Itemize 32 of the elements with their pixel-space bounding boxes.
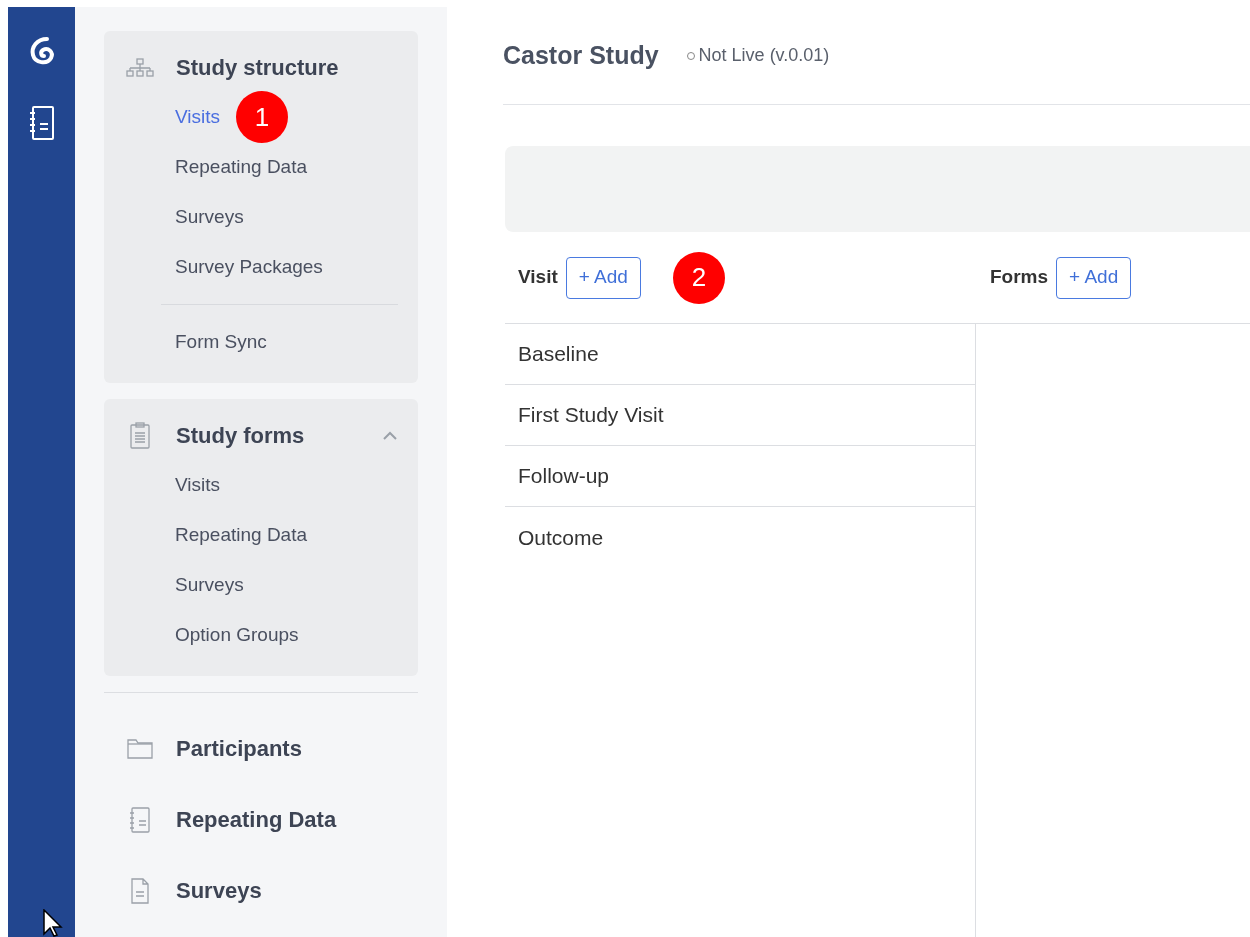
column-label: Forms: [990, 265, 1049, 290]
nav-link[interactable]: Participants: [176, 732, 302, 765]
add-button[interactable]: + Add: [1056, 256, 1132, 299]
add-button[interactable]: + Add: [565, 256, 641, 299]
study-title: Castor Study: [503, 39, 659, 71]
nav-link[interactable]: Visits: [175, 102, 221, 132]
column-label: Visit: [518, 265, 558, 290]
nav-link[interactable]: Surveys: [175, 202, 244, 232]
visit-row[interactable]: First Study Visit: [505, 385, 975, 446]
nav-link[interactable]: Repeating Data: [175, 520, 308, 550]
nav-link[interactable]: Option Groups: [175, 620, 299, 650]
section-title: Study forms: [176, 422, 305, 450]
notebook-icon: [128, 805, 152, 834]
document-icon: [129, 877, 151, 904]
clipboard-icon: [129, 421, 151, 450]
nav-link[interactable]: Survey Packages: [175, 252, 323, 282]
step-marker: 1: [236, 91, 289, 143]
nav-link[interactable]: Surveys: [176, 874, 262, 907]
section-title: Study structure: [176, 54, 339, 82]
mouse-cursor-icon: [42, 909, 64, 937]
step-marker: 2: [672, 251, 725, 304]
visit-row[interactable]: Outcome: [505, 507, 975, 568]
nav-link[interactable]: Repeating Data: [175, 152, 308, 182]
folder-icon: [127, 737, 153, 760]
visit-row[interactable]: Follow-up: [505, 446, 975, 507]
nav-link[interactable]: Visits: [175, 470, 221, 500]
visit-row[interactable]: Baseline: [505, 324, 975, 385]
hierarchy-icon: [125, 57, 155, 78]
nav-link[interactable]: Repeating Data: [176, 803, 337, 836]
nav-link[interactable]: Surveys: [175, 570, 244, 600]
study-status: Not Live (v.0.01): [698, 44, 830, 67]
nav-link[interactable]: Form Sync: [175, 327, 267, 357]
